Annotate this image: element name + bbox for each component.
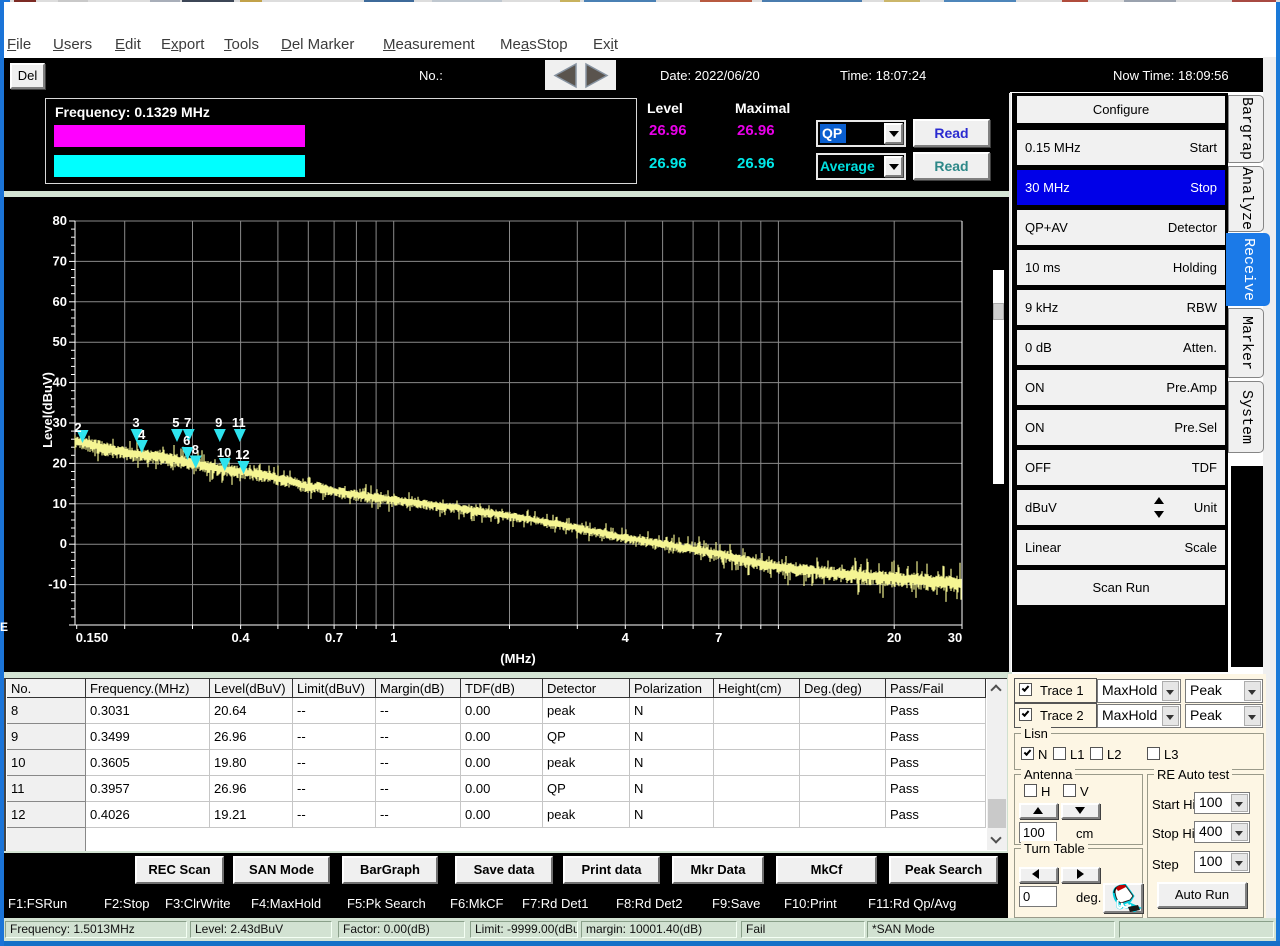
svg-text:6: 6: [183, 433, 190, 448]
svg-text:9: 9: [215, 415, 222, 430]
svg-text:30: 30: [948, 630, 962, 645]
svg-text:0.4: 0.4: [232, 630, 251, 645]
svg-text:Level(dBuV): Level(dBuV): [40, 372, 55, 448]
svg-text:70: 70: [53, 253, 67, 268]
svg-text:8: 8: [192, 442, 199, 457]
svg-text:4: 4: [622, 630, 630, 645]
svg-text:7: 7: [715, 630, 722, 645]
svg-text:2: 2: [74, 420, 81, 435]
svg-text:10: 10: [53, 496, 67, 511]
svg-text:20: 20: [887, 630, 901, 645]
svg-text:(MHz): (MHz): [500, 651, 535, 666]
svg-text:0.150: 0.150: [76, 630, 109, 645]
svg-text:80: 80: [53, 213, 67, 228]
svg-text:4: 4: [138, 427, 146, 442]
svg-text:0.7: 0.7: [325, 630, 343, 645]
svg-text:10: 10: [217, 445, 231, 460]
svg-text:0: 0: [60, 536, 67, 551]
svg-text:11: 11: [232, 415, 246, 430]
svg-text:7: 7: [184, 415, 191, 430]
svg-text:12: 12: [235, 447, 249, 462]
svg-text:50: 50: [53, 334, 67, 349]
svg-text:-10: -10: [48, 577, 67, 592]
svg-text:20: 20: [53, 455, 67, 470]
svg-text:60: 60: [53, 294, 67, 309]
svg-text:1: 1: [390, 630, 397, 645]
svg-text:5: 5: [172, 415, 179, 430]
